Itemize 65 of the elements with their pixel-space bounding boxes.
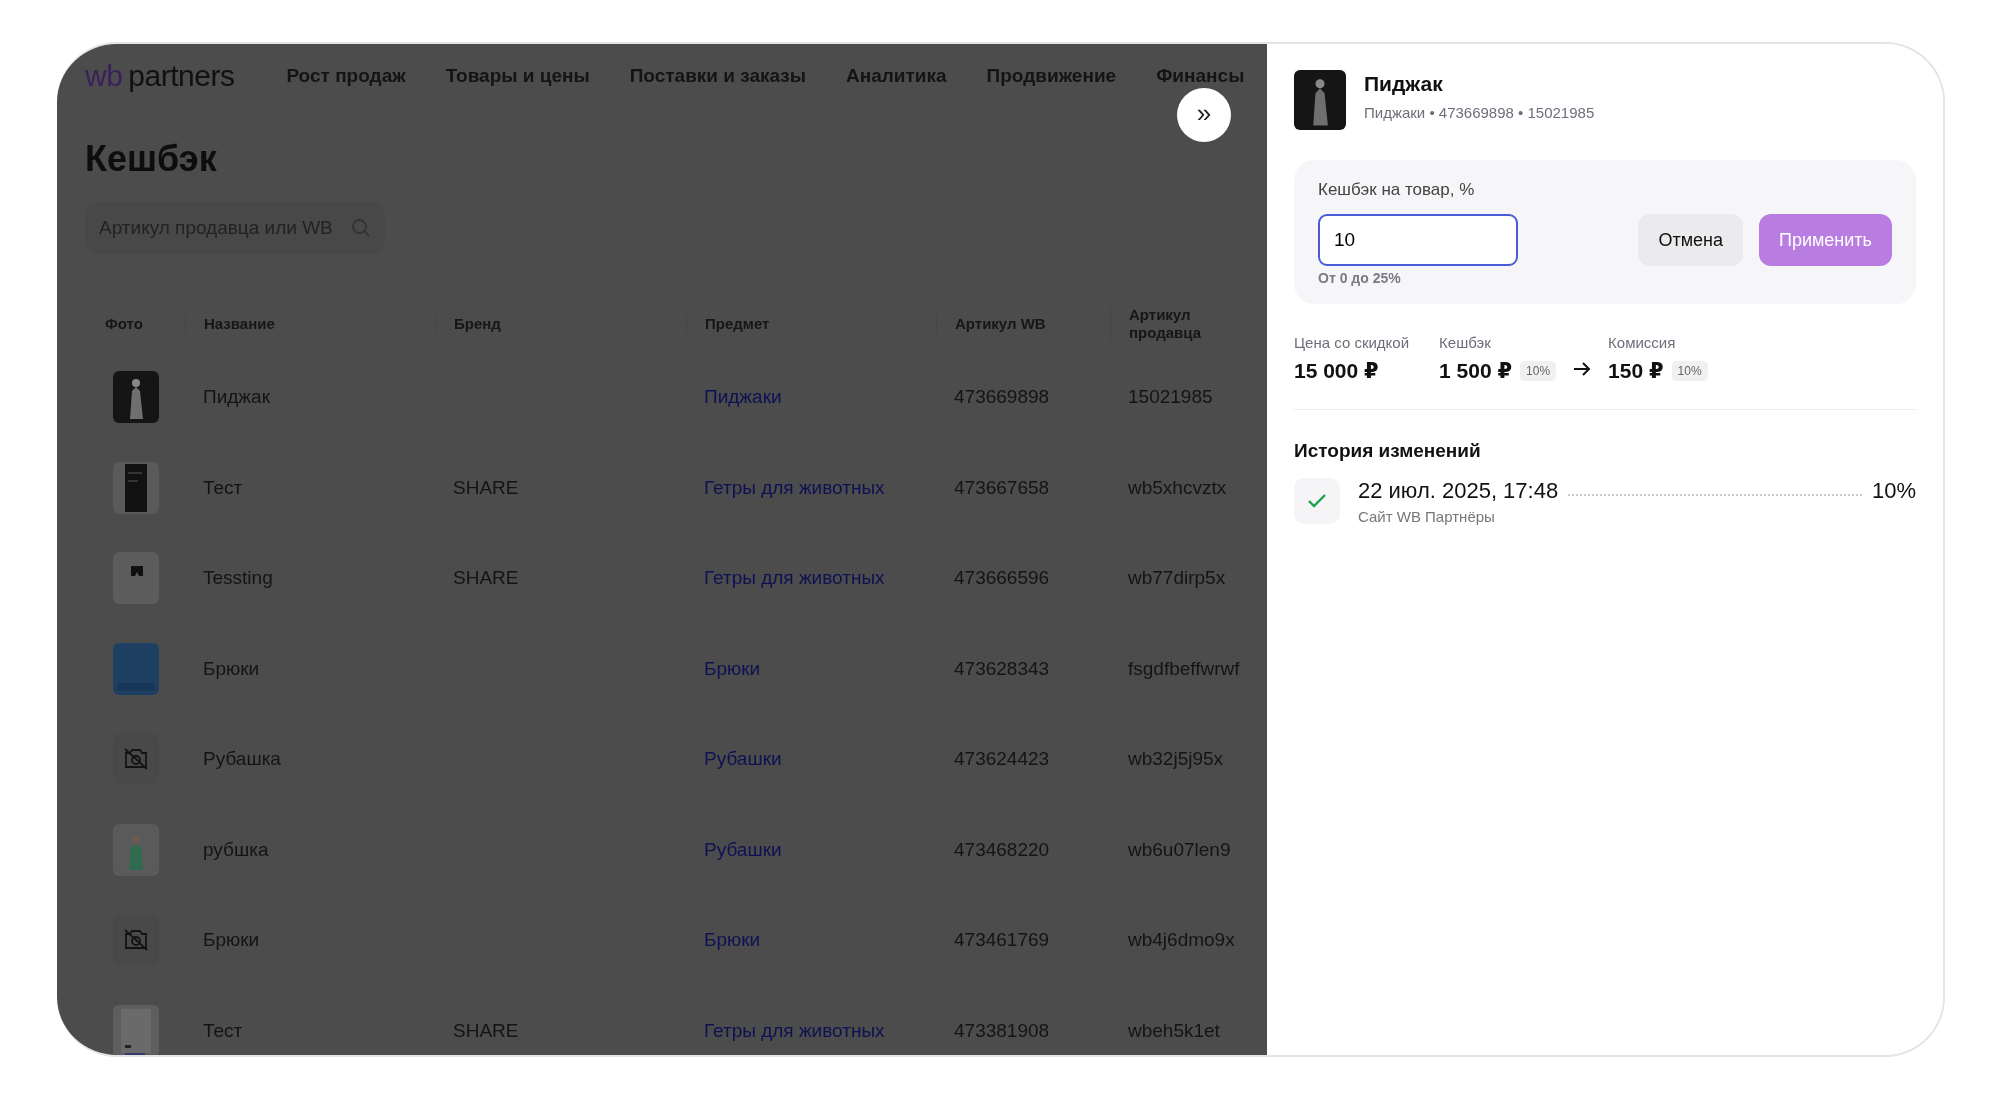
history-title: История изменений	[1294, 440, 1482, 462]
percent-tag: 10%	[1520, 361, 1557, 381]
stat-value: 150 ₽	[1608, 359, 1664, 383]
history-source: Сайт WB Партнёры	[1358, 508, 1496, 525]
table-cell: wb6u07len9	[1128, 838, 1231, 860]
table-cell: wb4j6dmo9x	[1128, 929, 1235, 951]
table-cell: Рубашка	[203, 748, 281, 770]
nav-link[interactable]: Поставки и заказы	[629, 65, 806, 87]
table-cell: wb77dirp5x	[1128, 567, 1226, 589]
subject-link[interactable]: Гетры для животных	[704, 567, 885, 589]
table-cell: Тест	[203, 476, 243, 498]
subject-link[interactable]: Гетры для животных	[704, 1019, 885, 1041]
table-cell: Тест	[203, 1019, 243, 1041]
subject-link[interactable]: Пиджаки	[704, 386, 782, 408]
table-cell: Брюки	[203, 929, 260, 951]
page-title: Кешбэк	[85, 138, 218, 180]
table-cell: 473669898	[954, 386, 1050, 408]
stat-value: 15 000 ₽	[1294, 359, 1379, 383]
table-cell: wbeh5k1et	[1128, 1019, 1220, 1041]
nav-link[interactable]: Аналитика	[846, 65, 947, 87]
table-cell: 473624423	[954, 748, 1050, 770]
table-cell: 15021985	[1128, 386, 1213, 408]
table-cell: Брюки	[203, 657, 260, 679]
table-cell: SHARE	[453, 567, 519, 589]
subject-link[interactable]: Брюки	[704, 929, 761, 951]
cancel-button[interactable]: Отмена	[1638, 214, 1743, 266]
product-meta: Пиджаки • 473669898 • 15021985	[1364, 104, 1595, 121]
product-title: Пиджак	[1364, 72, 1444, 96]
table-cell: Tessting	[203, 567, 273, 589]
nav-link[interactable]: Товары и цены	[445, 65, 590, 87]
nav-link[interactable]: Продвижение	[986, 65, 1117, 87]
table-cell: wb32j5j95x	[1128, 748, 1224, 770]
stat-value: 1 500 ₽	[1439, 359, 1513, 383]
subject-link[interactable]: Брюки	[704, 657, 761, 679]
table-cell: 473468220	[954, 838, 1050, 860]
table-cell: SHARE	[453, 1019, 519, 1041]
stat-label: Кешбэк	[1439, 334, 1492, 351]
table-cell: fsgdfbeffwrwf	[1128, 657, 1240, 679]
arrow-icon	[1572, 361, 1593, 377]
cashback-input[interactable]: 10	[1318, 214, 1518, 266]
nav-link[interactable]: Рост продаж	[286, 65, 406, 87]
history-value: 10%	[1871, 478, 1916, 504]
table-cell: Пиджак	[203, 386, 270, 408]
table-cell: 473628343	[954, 657, 1050, 679]
stat-label: Цена со скидкой	[1294, 334, 1410, 351]
table-cell: wb5xhcvztx	[1128, 476, 1227, 498]
subject-link[interactable]: Гетры для животных	[704, 476, 885, 498]
table-cell: 473381908	[954, 1019, 1050, 1041]
table-cell: 473461769	[954, 929, 1050, 951]
field-hint: От 0 до 25%	[1318, 270, 1402, 286]
check-icon	[1307, 493, 1327, 509]
table-cell: 473666596	[954, 567, 1050, 589]
subject-link[interactable]: Рубашки	[704, 838, 782, 860]
field-label: Кешбэк на товар, %	[1318, 180, 1476, 200]
history-date: 22 июл. 2025, 17:48	[1358, 478, 1559, 504]
table-cell: рубшка	[203, 838, 269, 860]
nav-link[interactable]: Финансы	[1156, 65, 1245, 87]
table-cell: SHARE	[453, 476, 519, 498]
table-cell: 473667658	[954, 476, 1050, 498]
subject-link[interactable]: Рубашки	[704, 748, 782, 770]
expand-button[interactable]: »	[1177, 88, 1231, 142]
no-photo-icon	[123, 748, 149, 771]
stat-label: Комиссия	[1608, 334, 1677, 351]
percent-tag: 10%	[1671, 361, 1708, 381]
no-photo-icon	[123, 929, 149, 952]
